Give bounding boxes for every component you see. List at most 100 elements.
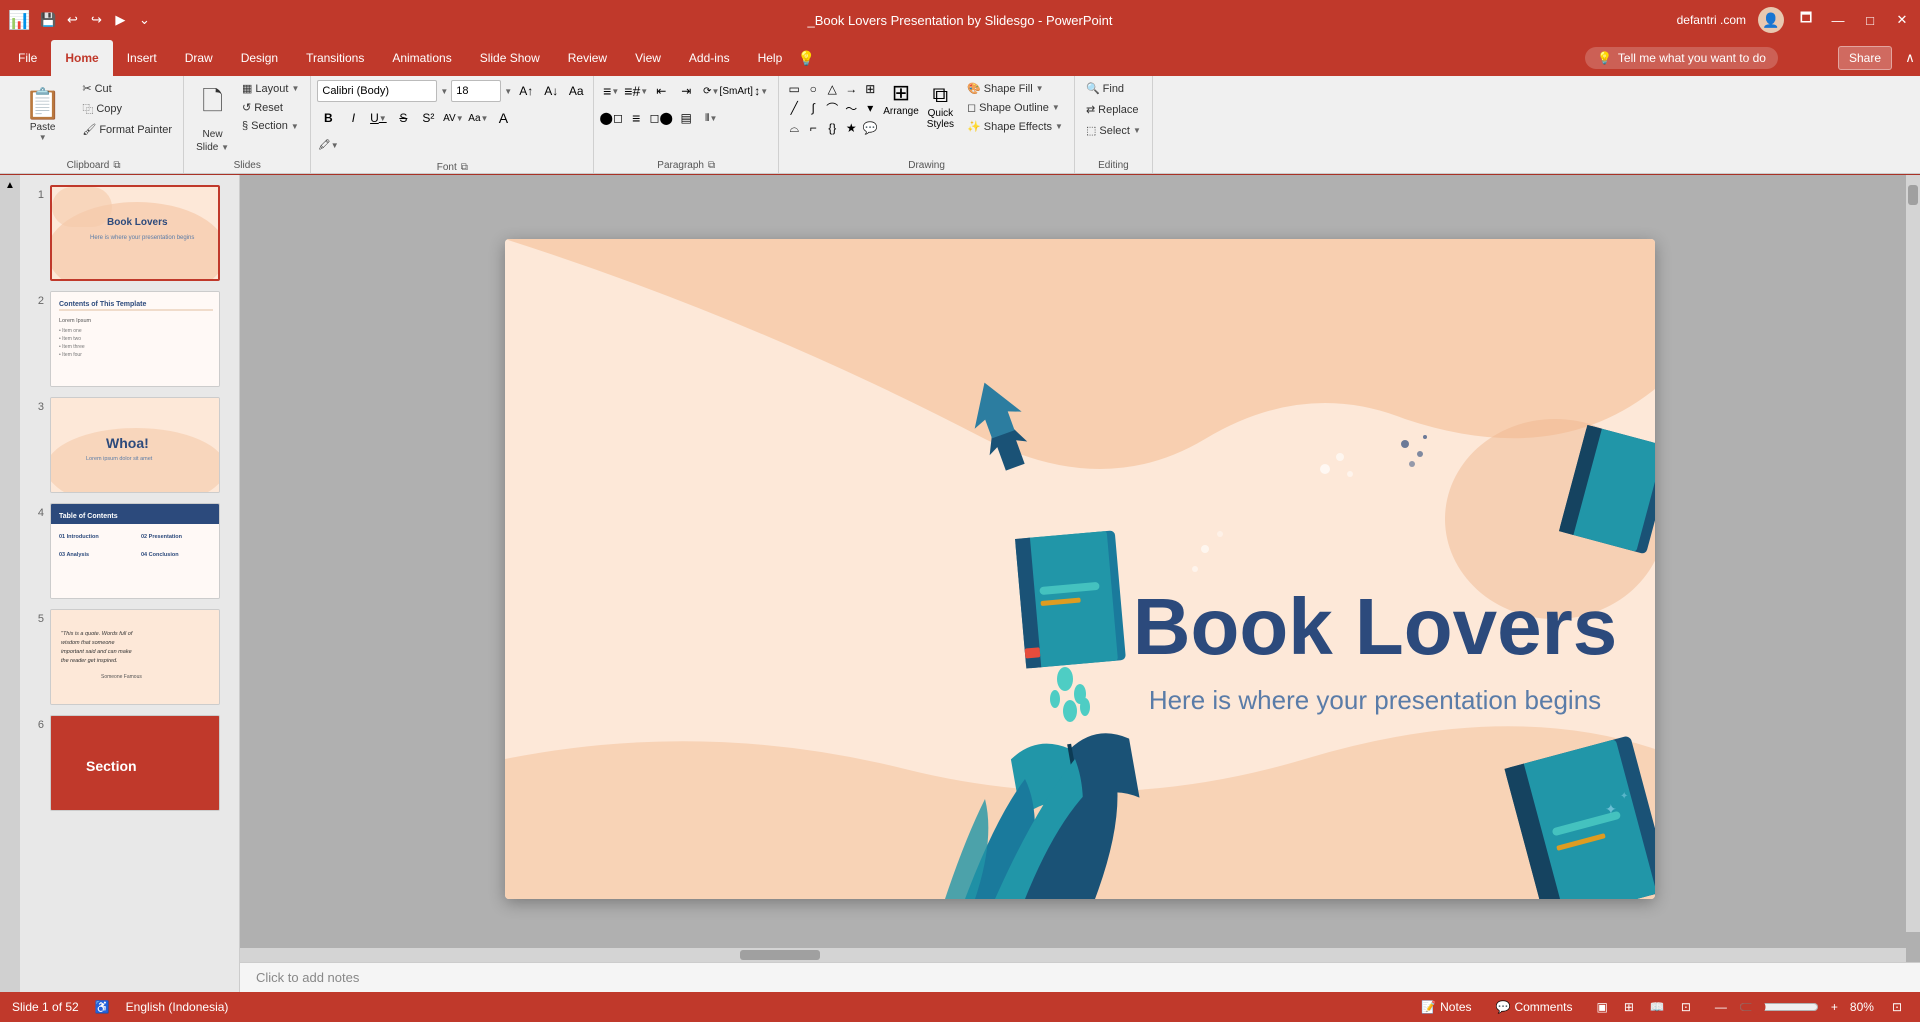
layout-button[interactable]: ▦ Layout ▼: [237, 80, 304, 97]
tab-help[interactable]: Help: [744, 40, 797, 76]
save-button[interactable]: 💾: [38, 10, 58, 30]
clear-format-button[interactable]: Aa: [565, 80, 587, 102]
find-button[interactable]: 🔍 Find: [1081, 80, 1129, 97]
format-painter-button[interactable]: 🖌 Format Painter: [77, 121, 177, 138]
cut-button[interactable]: ✂ Cut: [77, 80, 177, 97]
select-dropdown[interactable]: ▼: [1133, 126, 1141, 135]
strikethrough-button[interactable]: S: [392, 107, 414, 129]
line-spacing-dropdown[interactable]: ▼: [760, 87, 768, 96]
new-slide-button[interactable]: 🗋 New Slide ▼: [190, 80, 235, 156]
shape-oval[interactable]: ○: [804, 80, 822, 98]
font-color-button[interactable]: A: [492, 107, 514, 129]
minimize-button[interactable]: —: [1828, 10, 1848, 30]
tab-insert[interactable]: Insert: [113, 40, 171, 76]
convert-to-smartart-button[interactable]: [SmArt]: [725, 80, 747, 102]
reset-button[interactable]: ↺ Reset: [237, 99, 304, 116]
reading-view-button[interactable]: 📖: [1644, 998, 1671, 1016]
notes-bar[interactable]: Click to add notes: [240, 962, 1920, 992]
accessibility-button[interactable]: ♿: [95, 1000, 110, 1014]
vertical-scrollbar[interactable]: [1906, 175, 1920, 932]
redo-button[interactable]: ↪: [86, 10, 106, 30]
tab-home[interactable]: Home: [51, 40, 112, 76]
font-family-dropdown[interactable]: ▼: [440, 87, 448, 96]
columns-button[interactable]: ⦀ ▼: [700, 107, 722, 129]
present-button[interactable]: ▶: [110, 10, 130, 30]
shape-freeform[interactable]: ⌒: [823, 99, 841, 117]
shape-star[interactable]: ★: [842, 119, 860, 137]
shape-rectangle[interactable]: ▭: [785, 80, 803, 98]
columns-dropdown[interactable]: ▼: [709, 114, 717, 123]
quick-access-group[interactable]: 📊 💾 ↩ ↪ ▶ ⌄: [8, 10, 154, 31]
ideas-icon[interactable]: 💡: [796, 48, 816, 68]
shape-fill-button[interactable]: 🎨 Shape Fill ▼: [962, 80, 1068, 97]
shape-dropdown[interactable]: ▾: [861, 99, 879, 117]
shape-bracket[interactable]: {}: [823, 119, 841, 137]
layout-dropdown[interactable]: ▼: [291, 84, 299, 93]
bold-button[interactable]: B: [317, 107, 339, 129]
shape-callout[interactable]: 💬: [861, 119, 879, 137]
bullets-dropdown[interactable]: ▼: [611, 87, 619, 96]
paste-dropdown-arrow[interactable]: ▼: [39, 133, 47, 142]
slide-thumb-4[interactable]: 4 Table of Contents 01 Introduction 02 P…: [26, 501, 233, 601]
slide-thumb-1[interactable]: 1 Book Lovers Here is where your present…: [26, 183, 233, 283]
underline-dropdown[interactable]: ▼: [379, 114, 387, 123]
zoom-slider[interactable]: [1739, 999, 1819, 1015]
align-center-button[interactable]: ≡: [625, 107, 647, 129]
share-button[interactable]: Share: [1838, 46, 1892, 70]
shape-fill-dropdown[interactable]: ▼: [1036, 84, 1044, 93]
slide-thumb-5[interactable]: 5 "This is a quote. Words full of wisdom…: [26, 607, 233, 707]
font-family-input[interactable]: [317, 80, 437, 102]
text-highlight-button[interactable]: 🖍 ▼: [317, 134, 339, 156]
horizontal-scrollbar[interactable]: [240, 948, 1906, 962]
section-button[interactable]: § Section ▼: [237, 118, 304, 134]
zoom-in-button[interactable]: +: [1825, 998, 1844, 1016]
increase-font-button[interactable]: A↑: [515, 80, 537, 102]
tab-file[interactable]: File: [4, 40, 51, 76]
customize-button[interactable]: ⌄: [134, 10, 154, 30]
clipboard-expand-icon[interactable]: ⧉: [113, 160, 120, 171]
slide-thumb-2[interactable]: 2 Contents of This Template Lorem Ipsum …: [26, 289, 233, 389]
copy-button[interactable]: ⿻ Copy: [77, 99, 177, 119]
tab-view[interactable]: View: [621, 40, 675, 76]
fit-slide-button[interactable]: ⊡: [1886, 998, 1908, 1016]
change-case-button[interactable]: Aa ▼: [467, 107, 489, 129]
decrease-font-button[interactable]: A↓: [540, 80, 562, 102]
slide-sorter-button[interactable]: ⊞: [1618, 998, 1640, 1016]
slide-thumb-6[interactable]: 6 Section: [26, 713, 233, 813]
spacing-dropdown[interactable]: ▼: [456, 114, 464, 123]
collapse-ribbon-icon[interactable]: ∧: [1900, 48, 1920, 68]
maximize-button[interactable]: □: [1860, 10, 1880, 30]
font-expand-icon[interactable]: ⧉: [461, 162, 468, 173]
tell-me-box[interactable]: 💡 Tell me what you want to do: [1585, 47, 1778, 69]
shape-arrow-right[interactable]: →: [842, 80, 860, 98]
shape-scribble[interactable]: 〜: [842, 99, 860, 117]
paste-button[interactable]: 📋 Paste ▼: [16, 83, 69, 146]
normal-view-button[interactable]: ▣: [1590, 998, 1613, 1016]
undo-button[interactable]: ↩: [62, 10, 82, 30]
notes-button[interactable]: 📝 Notes: [1415, 998, 1477, 1016]
highlight-dropdown[interactable]: ▼: [331, 141, 339, 150]
slide-canvas[interactable]: Book Lovers Here is where your presentat…: [240, 175, 1920, 962]
user-avatar[interactable]: 👤: [1758, 7, 1784, 33]
justify-button[interactable]: ▤: [675, 107, 697, 129]
numbered-dropdown[interactable]: ▼: [640, 87, 648, 96]
h-scroll-thumb[interactable]: [740, 950, 820, 960]
presenter-view-button[interactable]: ⊡: [1675, 998, 1697, 1016]
tab-addins[interactable]: Add-ins: [675, 40, 744, 76]
numbered-button[interactable]: ≡# ▼: [625, 80, 647, 102]
shape-effects-button[interactable]: ✨ Shape Effects ▼: [962, 118, 1068, 135]
align-left-button[interactable]: ⬤◻: [600, 107, 622, 129]
restore-button[interactable]: 🗖: [1796, 10, 1816, 30]
case-dropdown[interactable]: ▼: [481, 114, 489, 123]
tab-design[interactable]: Design: [227, 40, 292, 76]
shape-connector[interactable]: ⌐: [804, 119, 822, 137]
line-spacing-button[interactable]: ↕ ▼: [750, 80, 772, 102]
character-spacing-button[interactable]: AV ▼: [442, 107, 464, 129]
shape-outline-button[interactable]: ◻ Shape Outline ▼: [962, 99, 1068, 116]
decrease-indent-button[interactable]: ⇤: [650, 80, 672, 102]
section-dropdown[interactable]: ▼: [291, 122, 299, 131]
v-scroll-thumb[interactable]: [1908, 185, 1918, 205]
shape-arc[interactable]: ⌓: [785, 119, 803, 137]
shape-more[interactable]: ⊞: [861, 80, 879, 98]
slide-thumb-3[interactable]: 3 Whoa! Lorem ipsum dolor sit amet: [26, 395, 233, 495]
